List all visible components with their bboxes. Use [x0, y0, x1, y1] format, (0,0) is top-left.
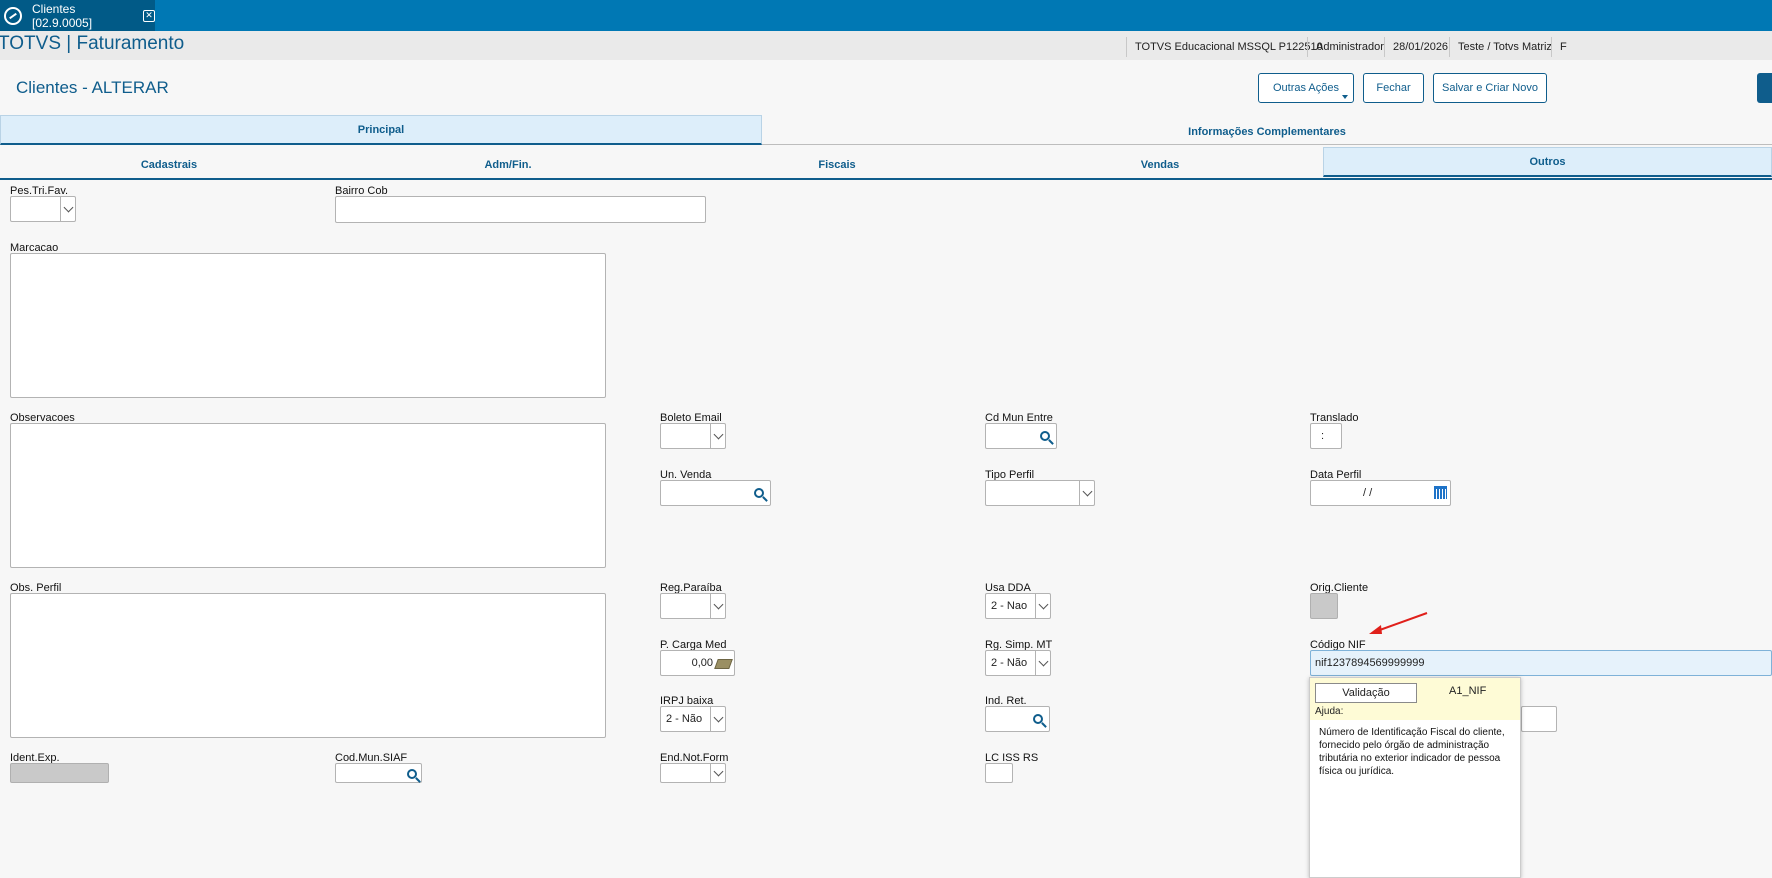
- subtab-vendas[interactable]: Vendas: [996, 147, 1324, 177]
- ind-ret-input[interactable]: [985, 706, 1050, 732]
- page-title: Clientes - ALTERAR: [16, 78, 169, 97]
- pes-tri-fav-select[interactable]: [10, 196, 76, 222]
- top-bar: [0, 0, 1772, 31]
- cod-mun-siaf-input[interactable]: [335, 763, 422, 783]
- tooltip-field-name: A1_NIF: [1449, 685, 1487, 697]
- confirm-button[interactable]: [1757, 73, 1772, 103]
- subtab-fiscais[interactable]: Fiscais: [678, 147, 996, 177]
- end-not-form-select[interactable]: [660, 763, 726, 783]
- lc-iss-rs-input[interactable]: [985, 763, 1013, 783]
- header-extra: F: [1551, 37, 1575, 57]
- outras-acoes-label: Outras Ações: [1272, 82, 1340, 94]
- user-info: Administrador: [1307, 37, 1392, 57]
- data-perfil-input[interactable]: / /: [1310, 480, 1451, 506]
- orig-cliente-input: [1310, 593, 1338, 619]
- tipo-perfil-value: [986, 481, 1079, 505]
- environment-info: TOTVS Educacional MSSQL P122510: [1126, 37, 1331, 57]
- app-title: TOTVS | Faturamento: [0, 33, 185, 54]
- chevron-down-icon: [710, 594, 725, 618]
- outras-acoes-button[interactable]: Outras Ações: [1258, 73, 1354, 103]
- tab-informacoes-complementares[interactable]: Informações Complementares: [762, 115, 1772, 145]
- tooltip-ajuda-label: Ajuda:: [1315, 706, 1344, 717]
- observacoes-textarea[interactable]: [10, 423, 606, 568]
- p-carga-med-input[interactable]: 0,00: [660, 650, 735, 676]
- reg-paraiba-value: [661, 594, 710, 618]
- p-carga-med-value: 0,00: [691, 657, 713, 669]
- salvar-criar-novo-button[interactable]: Salvar e Criar Novo: [1433, 73, 1547, 103]
- marcacao-textarea[interactable]: [10, 253, 606, 398]
- codigo-nif-input[interactable]: nif1237894569999999: [1310, 650, 1772, 676]
- search-icon[interactable]: [407, 769, 417, 779]
- field-help-tooltip: Validação A1_NIF Ajuda: Número de Identi…: [1309, 677, 1521, 878]
- tab-principal[interactable]: Principal: [0, 115, 762, 145]
- end-not-form-value: [661, 764, 710, 782]
- reg-paraiba-select[interactable]: [660, 593, 726, 619]
- totvs-logo-icon[interactable]: [0, 0, 26, 31]
- boleto-email-select[interactable]: [660, 423, 726, 449]
- irpj-baixa-value: 2 - Não: [666, 713, 703, 725]
- chevron-down-icon: [60, 197, 75, 221]
- window-tab-label: Clientes [02.9.0005]: [32, 1, 93, 30]
- search-icon[interactable]: [754, 488, 764, 498]
- chevron-down-icon: [710, 707, 725, 731]
- irpj-baixa-select[interactable]: 2 - Não: [660, 706, 726, 732]
- tipo-perfil-select[interactable]: [985, 480, 1095, 506]
- search-icon[interactable]: [1040, 431, 1050, 441]
- subtab-cadastrais[interactable]: Cadastrais: [0, 147, 338, 177]
- tab-divider: [0, 178, 1772, 180]
- search-icon[interactable]: [1033, 714, 1043, 724]
- validacao-button[interactable]: Validação: [1315, 683, 1417, 703]
- chevron-down-icon: [710, 764, 725, 782]
- tooltip-help-text: Número de Identificação Fiscal do client…: [1319, 727, 1505, 777]
- chevron-down-icon: [1035, 651, 1050, 675]
- rg-simp-mt-value: 2 - Não: [991, 657, 1028, 669]
- calendar-icon[interactable]: [1434, 486, 1447, 499]
- window-tab-clientes[interactable]: Clientes [02.9.0005] ✕: [26, 0, 155, 31]
- chevron-down-icon: [1035, 594, 1050, 618]
- usa-dda-value: 2 - Nao: [991, 600, 1028, 612]
- obs-perfil-textarea[interactable]: [10, 593, 606, 738]
- close-icon[interactable]: ✕: [143, 9, 155, 22]
- calculator-icon[interactable]: [714, 659, 733, 669]
- bairro-cob-input[interactable]: [335, 196, 706, 223]
- pes-tri-fav-value: [11, 197, 60, 221]
- un-venda-input[interactable]: [660, 480, 771, 506]
- boleto-email-value: [661, 424, 710, 448]
- subtab-adm-fin[interactable]: Adm/Fin.: [338, 147, 678, 177]
- ident-exp-input: [10, 763, 109, 783]
- caret-down-icon: [1342, 95, 1348, 99]
- data-perfil-value: / /: [1363, 487, 1373, 499]
- chevron-down-icon: [710, 424, 725, 448]
- fechar-button[interactable]: Fechar: [1363, 73, 1424, 103]
- rg-simp-mt-select[interactable]: 2 - Não: [985, 650, 1051, 676]
- translado-input[interactable]: :: [1310, 423, 1342, 449]
- company-info: Teste / Totvs Matriz: [1449, 37, 1560, 57]
- chevron-down-icon: [1079, 481, 1094, 505]
- annotation-arrow-icon: [1369, 612, 1428, 634]
- date-info: 28/01/2026: [1384, 37, 1456, 57]
- hidden-field-input[interactable]: [1521, 706, 1557, 732]
- cd-mun-entre-input[interactable]: [985, 423, 1057, 449]
- usa-dda-select[interactable]: 2 - Nao: [985, 593, 1051, 619]
- subtab-outros[interactable]: Outros: [1323, 147, 1772, 177]
